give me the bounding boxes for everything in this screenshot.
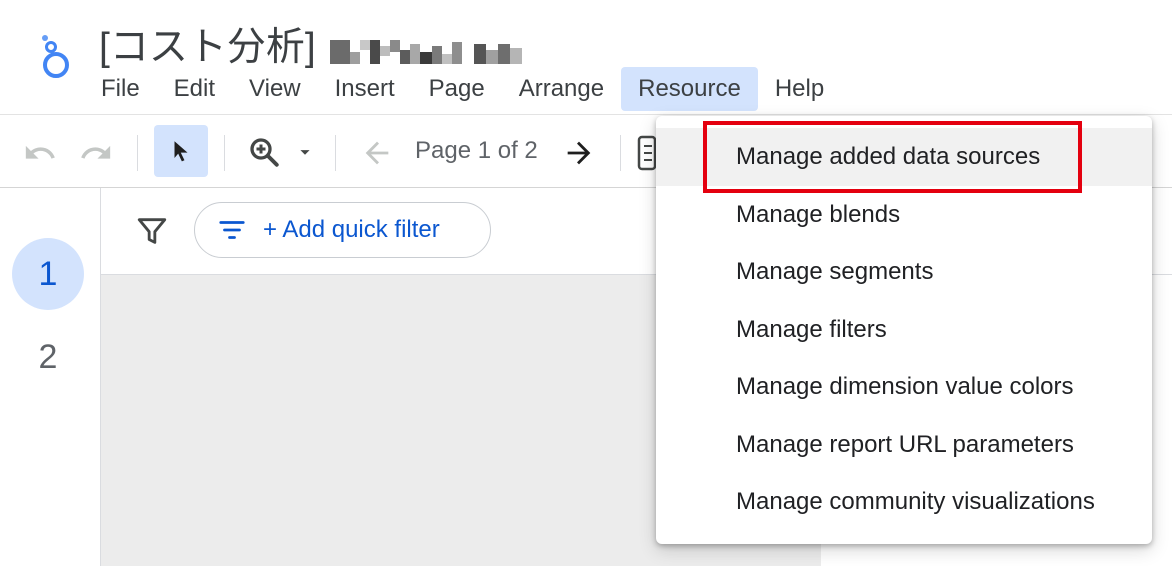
menu-insert[interactable]: Insert xyxy=(318,67,412,111)
menu-arrange[interactable]: Arrange xyxy=(502,67,621,111)
chevron-down-icon[interactable] xyxy=(290,139,320,165)
menu-item-manage-community-visualizations[interactable]: Manage community visualizations xyxy=(656,473,1152,531)
menu-item-manage-dimension-value-colors[interactable]: Manage dimension value colors xyxy=(656,358,1152,416)
menu-page[interactable]: Page xyxy=(412,67,502,111)
undo-icon[interactable] xyxy=(22,135,58,171)
zoom-icon[interactable] xyxy=(244,133,284,171)
menu-item-manage-segments[interactable]: Manage segments xyxy=(656,243,1152,301)
filter-list-icon xyxy=(219,221,245,239)
menu-view[interactable]: View xyxy=(232,67,318,111)
select-pointer-button[interactable] xyxy=(154,125,208,177)
menu-item-manage-blends[interactable]: Manage blends xyxy=(656,186,1152,244)
redo-icon[interactable] xyxy=(78,135,114,171)
report-editor: [コスト分析] File Edit View Insert Page Arran… xyxy=(0,0,1172,566)
pointer-icon xyxy=(174,141,188,162)
annotation-highlight-box xyxy=(703,121,1082,193)
add-quick-filter-button[interactable]: + Add quick filter xyxy=(194,202,491,258)
add-quick-filter-label: + Add quick filter xyxy=(263,216,440,243)
looker-studio-logo-icon[interactable] xyxy=(36,32,72,82)
arrow-back-icon[interactable] xyxy=(358,135,396,171)
report-title[interactable]: [コスト分析] xyxy=(99,24,316,72)
page-navigator: 1 2 xyxy=(0,188,101,566)
page-item-2[interactable]: 2 xyxy=(12,321,84,393)
toolbar-divider xyxy=(137,135,138,171)
filter-icon[interactable] xyxy=(135,214,169,248)
page-item-1[interactable]: 1 xyxy=(12,238,84,310)
menu-file[interactable]: File xyxy=(84,67,157,111)
menu-item-manage-report-url-parameters[interactable]: Manage report URL parameters xyxy=(656,416,1152,474)
menu-help[interactable]: Help xyxy=(758,67,841,111)
toolbar-divider xyxy=(224,135,225,171)
menu-resource[interactable]: Resource xyxy=(621,67,758,111)
menu-item-manage-filters[interactable]: Manage filters xyxy=(656,301,1152,359)
redacted-title-text xyxy=(330,40,522,64)
app-header: [コスト分析] File Edit View Insert Page Arran… xyxy=(0,0,1172,115)
arrow-forward-icon[interactable] xyxy=(560,135,598,171)
menu-bar: File Edit View Insert Page Arrange Resou… xyxy=(84,67,841,111)
menu-edit[interactable]: Edit xyxy=(157,67,232,111)
page-indicator: Page 1 of 2 xyxy=(415,137,538,164)
toolbar-divider xyxy=(620,135,621,171)
toolbar-divider xyxy=(335,135,336,171)
add-chart-icon[interactable] xyxy=(636,133,656,173)
